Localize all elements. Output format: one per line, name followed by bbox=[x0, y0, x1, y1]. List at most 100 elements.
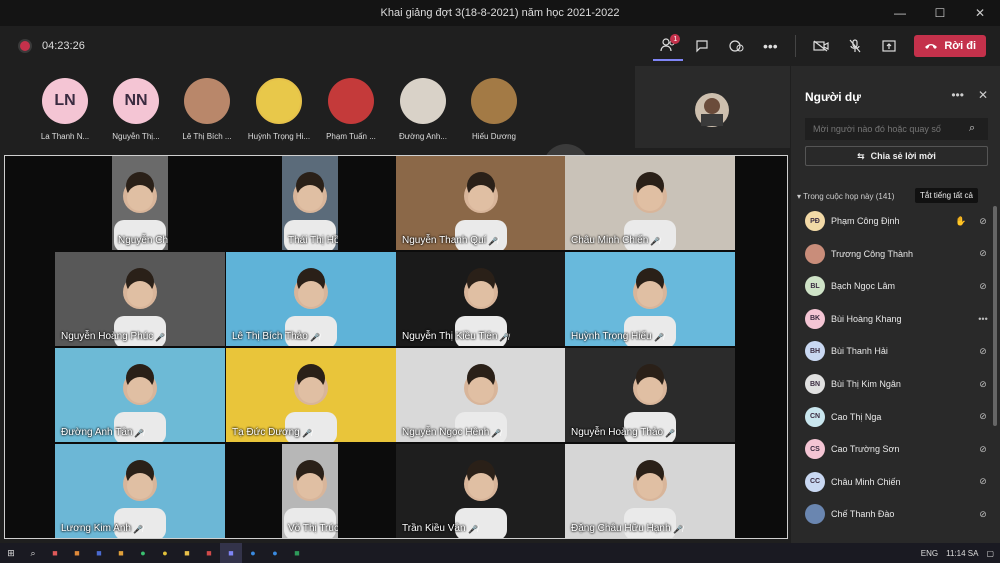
chrome-icon[interactable]: ● bbox=[154, 543, 176, 563]
muted-mic-icon: 🎤̸ bbox=[302, 429, 312, 438]
app-icon[interactable]: ■ bbox=[88, 543, 110, 563]
video-tile[interactable]: Lê Thị Bích Thảo 🎤̸ bbox=[226, 252, 396, 346]
video-tile[interactable]: Đường Anh Tân 🎤̸ bbox=[55, 348, 225, 442]
video-tile[interactable]: Nguyễn Hoàng Thảo 🎤̸ bbox=[565, 348, 735, 442]
teams-icon[interactable]: ■ bbox=[220, 543, 242, 563]
excel-icon[interactable]: ■ bbox=[286, 543, 308, 563]
mic-muted-icon[interactable]: ⊘ bbox=[976, 281, 990, 292]
participant-row[interactable]: Trương Công Thành ⊘ bbox=[805, 239, 990, 269]
language-indicator[interactable]: ENG bbox=[921, 549, 938, 558]
in-meeting-section[interactable]: ▾ Trong cuộc họp này (141) bbox=[797, 192, 894, 201]
participant-row[interactable]: CN Cao Thị Nga ⊘ bbox=[805, 402, 990, 432]
mute-all-button[interactable]: Tắt tiếng tất cả bbox=[915, 188, 978, 203]
mic-muted-icon[interactable]: ⊘ bbox=[976, 216, 990, 227]
mic-muted-icon[interactable]: ⊘ bbox=[976, 346, 990, 357]
app-icon[interactable]: ● bbox=[242, 543, 264, 563]
app-icon[interactable]: ■ bbox=[66, 543, 88, 563]
section-label: Trong cuộc họp này (141) bbox=[803, 192, 895, 201]
app-icon[interactable]: ● bbox=[132, 543, 154, 563]
mic-muted-icon[interactable]: ⊘ bbox=[976, 379, 990, 390]
strip-participant[interactable]: Phạm Tuấn ... bbox=[316, 78, 386, 141]
share-screen-button[interactable] bbox=[874, 31, 904, 61]
video-tile-label: Châu Minh Chiến bbox=[571, 235, 649, 246]
leave-button[interactable]: Rời đi bbox=[914, 35, 986, 57]
participant-row[interactable]: BK Bùi Hoàng Khang ••• bbox=[805, 304, 990, 334]
participant-row[interactable]: CC Châu Minh Chiến ⊘ bbox=[805, 467, 990, 497]
minimize-button[interactable]: — bbox=[880, 0, 920, 26]
mic-muted-icon[interactable]: ⊘ bbox=[976, 411, 990, 422]
strip-participant[interactable]: NN Nguyễn Thị... bbox=[101, 78, 171, 141]
video-tile[interactable]: Nguyễn Chí Thanh 🎤̸ bbox=[112, 156, 168, 250]
participant-row[interactable]: BN Bùi Thị Kim Ngân ⊘ bbox=[805, 369, 990, 399]
participant-row[interactable]: CS Cao Trường Sơn ⊘ bbox=[805, 434, 990, 464]
participant-row[interactable]: PĐ Phạm Công Định ✋ ⊘ bbox=[805, 206, 990, 236]
search-taskbar-icon[interactable]: ⌕ bbox=[22, 543, 44, 563]
participant-row[interactable]: Chế Thanh Đào ⊘ bbox=[805, 499, 990, 529]
video-tile-label: Đặng Châu Hữu Hạnh bbox=[571, 523, 671, 534]
participant-name: Bùi Thị Kim Ngân bbox=[831, 379, 901, 389]
avatar: NN bbox=[113, 78, 159, 124]
video-tile[interactable]: Châu Minh Chiến 🎤̸ bbox=[565, 156, 735, 250]
strip-participant[interactable]: Hiếu Dương bbox=[459, 78, 529, 141]
video-tile[interactable]: Võ Thị Trúc Uyên 🎤̸ bbox=[282, 444, 338, 538]
share-invite-label: Chia sẻ lời mời bbox=[870, 151, 936, 161]
avatar: BN bbox=[805, 374, 825, 394]
strip-participant[interactable]: Đường Anh... bbox=[388, 78, 458, 141]
system-tray: ENG 11:14 SA ▢ bbox=[921, 543, 994, 563]
participant-row[interactable]: BH Bùi Thanh Hải ⊘ bbox=[805, 336, 990, 366]
mic-muted-icon[interactable]: ⊘ bbox=[976, 248, 990, 259]
app-icon[interactable]: ■ bbox=[110, 543, 132, 563]
muted-mic-icon: 🎤̸ bbox=[665, 429, 675, 438]
app-icon[interactable]: ■ bbox=[198, 543, 220, 563]
reactions-button[interactable] bbox=[721, 31, 751, 61]
strip-participant[interactable]: Lê Thị Bích ... bbox=[172, 78, 242, 141]
video-tile[interactable]: Trần Kiều Vân 🎤̸ bbox=[396, 444, 566, 538]
participant-name: Nguyễn Thị... bbox=[112, 132, 160, 141]
folder-icon[interactable]: ■ bbox=[176, 543, 198, 563]
video-tile[interactable]: Thái Thị Hồng Thế 🎤̸ bbox=[282, 156, 338, 250]
close-window-button[interactable]: ✕ bbox=[960, 0, 1000, 26]
window-controls: — ☐ ✕ bbox=[880, 0, 1000, 26]
more-actions-button[interactable]: ••• bbox=[755, 31, 785, 61]
self-view bbox=[635, 66, 790, 148]
video-tile[interactable]: Nguyễn Thanh Quí 🎤̸ bbox=[396, 156, 566, 250]
chat-button[interactable] bbox=[687, 31, 717, 61]
mic-muted-icon[interactable]: ⊘ bbox=[976, 476, 990, 487]
panel-scrollbar[interactable] bbox=[993, 206, 997, 426]
camera-button[interactable] bbox=[806, 31, 836, 61]
video-tile[interactable]: Nguyễn Hoàng Phúc 🎤̸ bbox=[55, 252, 225, 346]
panel-close-icon[interactable]: ✕ bbox=[978, 88, 988, 102]
maximize-button[interactable]: ☐ bbox=[920, 0, 960, 26]
video-tile[interactable]: Nguyễn Ngọc Hênh 🎤̸ bbox=[396, 348, 566, 442]
window-title: Khai giảng đợt 3(18-8-2021) năm học 2021… bbox=[380, 7, 620, 19]
video-tile-label: Thái Thị Hồng Thế bbox=[288, 235, 338, 246]
windows-start-icon[interactable]: ⊞ bbox=[0, 543, 22, 563]
app-icon[interactable]: ■ bbox=[44, 543, 66, 563]
panel-more-icon[interactable]: ••• bbox=[951, 88, 964, 102]
avatar bbox=[256, 78, 302, 124]
row-more-icon[interactable]: ••• bbox=[976, 314, 990, 324]
notification-icon[interactable]: ▢ bbox=[986, 549, 994, 558]
video-tile[interactable]: Tạ Đức Dương 🎤̸ bbox=[226, 348, 396, 442]
mic-muted-icon[interactable]: ⊘ bbox=[976, 444, 990, 455]
participants-button[interactable]: 1 bbox=[653, 31, 684, 61]
clock[interactable]: 11:14 SA bbox=[946, 549, 978, 558]
video-tile[interactable]: Huỳnh Trọng Hiếu 🎤̸ bbox=[565, 252, 735, 346]
video-tile-label: Đường Anh Tân bbox=[61, 427, 133, 438]
video-tile[interactable]: Nguyễn Thị Kiều Tiên 🎤̸ bbox=[396, 252, 566, 346]
video-tile[interactable]: Đặng Châu Hữu Hạnh 🎤̸ bbox=[565, 444, 735, 538]
share-icon: ⇆ bbox=[857, 150, 865, 161]
share-invite-button[interactable]: ⇆ Chia sẻ lời mời bbox=[805, 146, 988, 166]
mic-button[interactable] bbox=[840, 31, 870, 61]
mic-muted-icon[interactable]: ⊘ bbox=[976, 509, 990, 520]
app-icon[interactable]: ● bbox=[264, 543, 286, 563]
participant-name: Bạch Ngọc Lâm bbox=[831, 281, 896, 292]
strip-participant[interactable]: Huỳnh Trọng Hi... bbox=[244, 78, 314, 141]
participant-row[interactable]: BL Bạch Ngọc Lâm ⊘ bbox=[805, 271, 990, 301]
video-tile[interactable]: Lương Kim Anh 🎤̸ bbox=[55, 444, 225, 538]
strip-participant[interactable]: LN La Thanh N... bbox=[30, 78, 100, 141]
participant-name: Đường Anh... bbox=[399, 132, 447, 141]
invite-search-input[interactable] bbox=[805, 118, 988, 140]
participant-name: La Thanh N... bbox=[40, 132, 90, 141]
video-tile-label: Lương Kim Anh bbox=[61, 523, 131, 534]
